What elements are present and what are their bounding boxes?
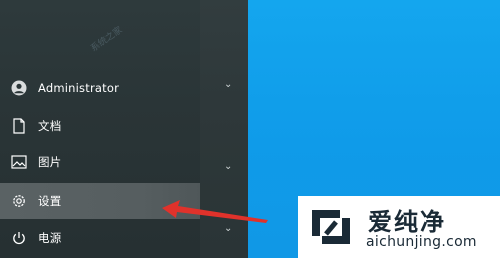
settings-label: 设置 bbox=[38, 194, 62, 208]
chevron-down-icon[interactable]: ⌄ bbox=[224, 80, 234, 90]
gear-icon bbox=[0, 183, 38, 219]
user-account-item[interactable]: Administrator bbox=[0, 70, 200, 106]
logo-chinese-text: 爱纯净 bbox=[368, 208, 446, 236]
watermark: 系统之家 bbox=[89, 25, 125, 55]
power-icon bbox=[0, 220, 38, 256]
documents-label: 文档 bbox=[38, 119, 62, 133]
user-name: Administrator bbox=[38, 81, 119, 95]
pictures-label: 图片 bbox=[38, 155, 62, 169]
picture-icon bbox=[0, 144, 38, 180]
logo-domain-text: aichunjing.com bbox=[366, 234, 477, 250]
annotation-arrow bbox=[162, 200, 268, 223]
chevron-down-icon[interactable]: ⌄ bbox=[224, 162, 234, 172]
power-label: 电源 bbox=[38, 231, 62, 245]
logo-mark-icon bbox=[312, 210, 350, 244]
user-avatar-icon bbox=[0, 70, 38, 106]
document-icon bbox=[0, 108, 38, 144]
documents-item[interactable]: 文档 bbox=[0, 108, 200, 144]
site-logo: 爱纯净 aichunjing.com bbox=[298, 196, 500, 258]
pictures-item[interactable]: 图片 bbox=[0, 144, 200, 180]
